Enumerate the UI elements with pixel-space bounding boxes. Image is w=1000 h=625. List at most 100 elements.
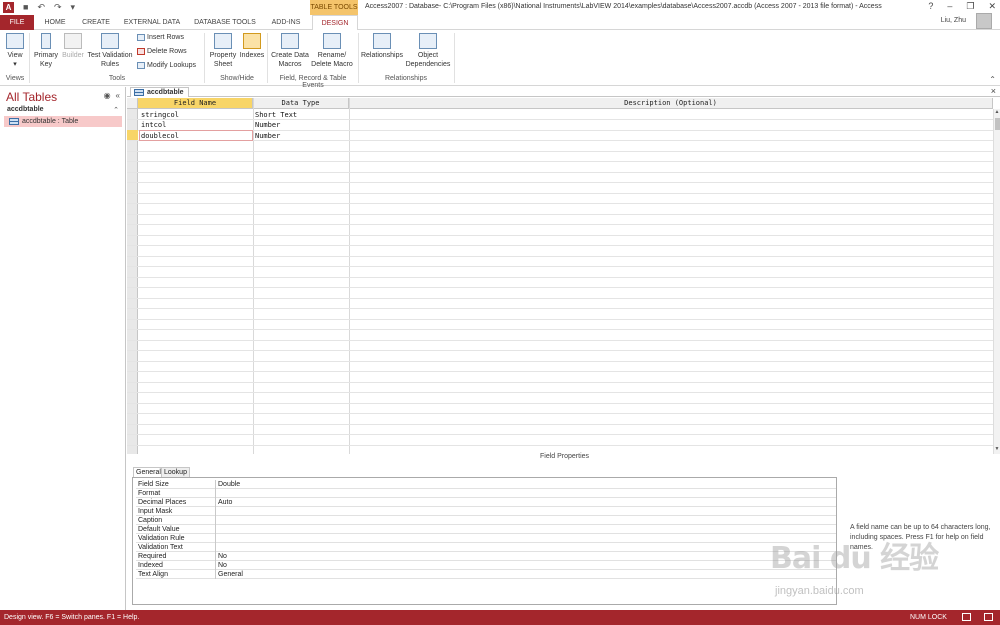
collapse-group-icon[interactable]: ⌃	[113, 106, 119, 114]
test-validation-rules-button[interactable]: Test Validation Rules	[86, 33, 134, 69]
property-name: Field Size	[138, 481, 169, 488]
scrollbar-thumb[interactable]	[995, 118, 1000, 130]
property-name: Decimal Places	[138, 499, 187, 506]
nav-pane-title[interactable]: All Tables	[6, 90, 57, 104]
column-header-data-type[interactable]: Data Type	[253, 98, 349, 109]
collapse-ribbon-icon[interactable]: ⌃	[989, 75, 996, 84]
close-document-icon[interactable]: ×	[991, 86, 996, 96]
indexes-button[interactable]: Indexes	[238, 33, 266, 60]
close-icon[interactable]: ✕	[988, 1, 996, 12]
document-tab-bar: accdbtable ×	[127, 86, 1000, 97]
modify-lookups-icon	[137, 62, 145, 69]
delete-rows-button[interactable]: Delete Rows	[137, 48, 187, 55]
tab-add-ins[interactable]: ADD-INS	[268, 15, 304, 30]
vertical-scrollbar[interactable]: ▲ ▼	[993, 109, 1000, 454]
undo-icon[interactable]: ↶	[37, 2, 45, 13]
property-divider	[215, 489, 216, 498]
grid-row-line	[127, 434, 993, 435]
tab-lookup[interactable]: Lookup	[161, 467, 190, 477]
redo-icon[interactable]: ↷	[54, 2, 62, 13]
object-dependencies-button[interactable]: Object Dependencies	[405, 33, 451, 69]
document-tab[interactable]: accdbtable	[130, 87, 189, 97]
create-data-macros-button[interactable]: Create Data Macros	[270, 33, 310, 69]
tab-database-tools[interactable]: DATABASE TOOLS	[192, 15, 258, 30]
group-label-relationships: Relationships	[384, 75, 428, 82]
property-value[interactable]: No	[218, 552, 227, 561]
relationships-button[interactable]: Relationships	[360, 33, 404, 60]
data-type-cell[interactable]: Number	[255, 131, 280, 141]
property-row[interactable]: Decimal Places Auto	[136, 498, 836, 507]
property-row[interactable]: Default Value	[136, 525, 836, 534]
design-view-icon[interactable]	[984, 613, 993, 621]
nav-menu-icon[interactable]: ◉	[104, 91, 111, 100]
field-name-cell[interactable]: doublecol	[141, 131, 179, 141]
property-divider	[215, 561, 216, 570]
property-row[interactable]: Indexed No	[136, 561, 836, 570]
current-row-indicator[interactable]	[127, 130, 138, 140]
save-icon[interactable]: ■	[23, 2, 28, 13]
customize-qat-icon[interactable]: ▾	[71, 2, 76, 13]
property-sheet-button[interactable]: Property Sheet	[207, 33, 239, 69]
tab-external-data[interactable]: EXTERNAL DATA	[121, 15, 183, 30]
rename-delete-macro-button[interactable]: Rename/ Delete Macro	[309, 33, 355, 69]
grid-row-line	[127, 413, 993, 414]
create-data-macros-label: Create Data Macros	[271, 52, 309, 68]
property-name: Required	[138, 553, 167, 560]
property-divider	[215, 534, 216, 543]
ribbon-divider	[358, 33, 359, 83]
field-name-cell[interactable]: stringcol	[141, 110, 179, 120]
nav-item-accdbtable[interactable]: accdbtable : Table	[4, 116, 122, 127]
user-name[interactable]: Liu, Zhu	[941, 17, 966, 24]
modify-lookups-button[interactable]: Modify Lookups	[137, 62, 196, 69]
ribbon-tab-row: FILE HOME CREATE EXTERNAL DATA DATABASE …	[0, 13, 1000, 30]
nav-group-header[interactable]: accdbtable	[7, 106, 44, 113]
property-row[interactable]: Validation Rule	[136, 534, 836, 543]
property-divider	[215, 543, 216, 552]
column-header-field-name[interactable]: Field Name	[138, 98, 253, 109]
grid-corner[interactable]	[127, 98, 138, 109]
property-row[interactable]: Caption	[136, 516, 836, 525]
property-row[interactable]: Input Mask	[136, 507, 836, 516]
minimize-icon[interactable]: –	[947, 1, 952, 12]
property-value[interactable]: General	[218, 570, 243, 579]
ribbon-divider	[204, 33, 205, 83]
grid-row-line	[127, 308, 993, 309]
property-row[interactable]: Format	[136, 489, 836, 498]
property-value[interactable]: Auto	[218, 498, 232, 507]
field-name-cell[interactable]: intcol	[141, 120, 166, 130]
grid-row-line	[127, 213, 993, 215]
property-row[interactable]: Field Size Double	[136, 480, 836, 489]
view-button[interactable]: View ▾	[3, 33, 27, 69]
property-row[interactable]: Required No	[136, 552, 836, 561]
property-value[interactable]: No	[218, 561, 227, 570]
property-value[interactable]: Double	[218, 480, 240, 489]
tab-home[interactable]: HOME	[40, 15, 70, 30]
grid-row-line	[127, 203, 993, 204]
grid-row-line	[127, 234, 993, 236]
wand-icon	[64, 33, 82, 49]
property-row[interactable]: Text Align General	[136, 570, 836, 579]
data-type-cell[interactable]: Short Text	[255, 110, 297, 120]
column-header-description[interactable]: Description (Optional)	[349, 98, 993, 109]
restore-icon[interactable]: ❐	[966, 1, 974, 12]
grid-row-line	[127, 318, 993, 320]
help-icon[interactable]: ?	[928, 1, 933, 12]
nav-pane-controls: ◉ «	[104, 91, 120, 100]
shutter-bar-icon[interactable]: «	[116, 91, 120, 100]
property-sheet-label: Property Sheet	[209, 52, 237, 68]
property-row[interactable]: Validation Text	[136, 543, 836, 552]
data-type-cell[interactable]: Number	[255, 120, 280, 130]
datasheet-view-icon[interactable]	[962, 613, 971, 621]
tab-general[interactable]: General	[133, 467, 164, 477]
scroll-down-icon[interactable]: ▼	[994, 446, 1000, 454]
tab-file[interactable]: FILE	[0, 15, 34, 30]
insert-rows-button[interactable]: Insert Rows	[137, 34, 184, 41]
primary-key-button[interactable]: Primary Key	[32, 33, 60, 69]
scroll-up-icon[interactable]: ▲	[994, 109, 1000, 117]
builder-button[interactable]: Builder	[60, 33, 86, 60]
tab-create[interactable]: CREATE	[78, 15, 114, 30]
tab-design[interactable]: DESIGN	[312, 15, 358, 30]
avatar[interactable]	[976, 13, 992, 29]
builder-label: Builder	[62, 52, 84, 59]
grid-row-line	[127, 350, 993, 351]
